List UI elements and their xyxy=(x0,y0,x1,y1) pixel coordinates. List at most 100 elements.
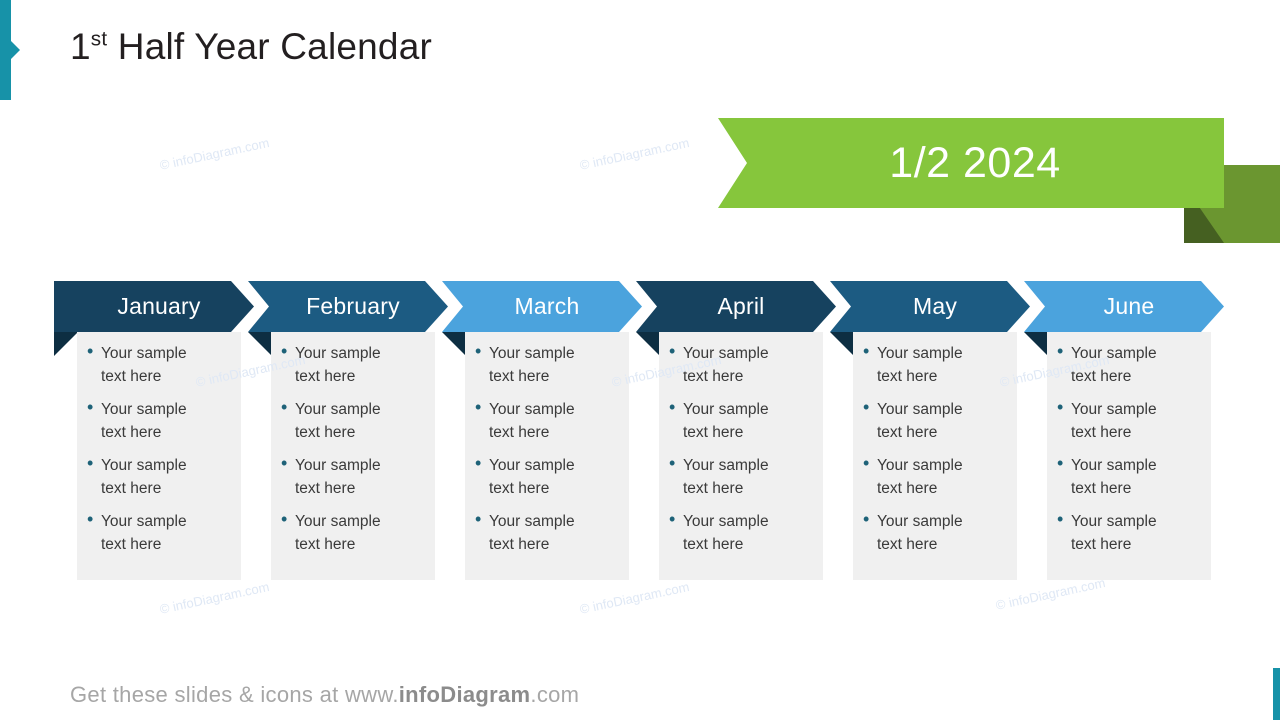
month-header-chevron[interactable]: May xyxy=(830,281,1030,332)
month-header-fold xyxy=(636,332,660,356)
list-item[interactable]: • Your sample text here xyxy=(83,398,233,444)
list-item[interactable]: • Your sample text here xyxy=(859,342,1009,388)
month-name-label: March xyxy=(514,293,580,319)
watermark-text: © infoDiagram.com xyxy=(158,134,271,173)
footer-prefix: Get these slides & icons at www. xyxy=(70,682,399,707)
bullet-text: Your sample text here xyxy=(101,345,187,385)
page-title-prefix: 1 xyxy=(70,26,91,67)
list-item[interactable]: • Your sample text here xyxy=(277,342,427,388)
month-header-chevron[interactable]: January xyxy=(54,281,254,332)
bullet-dot-icon: • xyxy=(87,341,94,361)
bullet-text: Your sample text here xyxy=(489,401,575,441)
left-accent-arrow-icon xyxy=(11,41,20,59)
bullet-dot-icon: • xyxy=(87,397,94,417)
month-name-label: January xyxy=(117,293,201,319)
bullet-dot-icon: • xyxy=(669,509,676,529)
bullet-dot-icon: • xyxy=(87,453,94,473)
bullet-dot-icon: • xyxy=(863,453,870,473)
month-column: June • Your sample text here • Your sample t… xyxy=(1024,281,1224,581)
month-column: March • Your sample text here • Your sample … xyxy=(442,281,642,581)
month-header-chevron[interactable]: March xyxy=(442,281,642,332)
page-title-ordinal-suffix: st xyxy=(90,27,108,51)
month-name-label: February xyxy=(306,293,400,319)
list-item[interactable]: • Your sample text here xyxy=(665,398,815,444)
bullet-dot-icon: • xyxy=(281,341,288,361)
slide-canvas: 1st Half Year Calendar 1/2 2024 January •… xyxy=(0,0,1280,720)
bullet-text: Your sample text here xyxy=(877,457,963,497)
bullet-dot-icon: • xyxy=(1057,509,1064,529)
month-header-fold xyxy=(830,332,854,356)
month-body-panel: • Your sample text here • Your sample text … xyxy=(271,332,435,580)
bullet-dot-icon: • xyxy=(863,509,870,529)
bullet-text: Your sample text here xyxy=(295,513,381,553)
list-item[interactable]: • Your sample text here xyxy=(665,510,815,556)
watermark-text: © infoDiagram.com xyxy=(578,134,691,173)
bullet-text: Your sample text here xyxy=(101,457,187,497)
bullet-dot-icon: • xyxy=(87,509,94,529)
list-item[interactable]: • Your sample text here xyxy=(1053,398,1203,444)
list-item[interactable]: • Your sample text here xyxy=(471,342,621,388)
month-name-label: April xyxy=(717,293,765,319)
list-item[interactable]: • Your sample text here xyxy=(859,398,1009,444)
bullet-text: Your sample text here xyxy=(489,345,575,385)
list-item[interactable]: • Your sample text here xyxy=(83,510,233,556)
bullet-text: Your sample text here xyxy=(877,513,963,553)
bullet-text: Your sample text here xyxy=(1071,345,1157,385)
list-item[interactable]: • Your sample text here xyxy=(277,454,427,500)
bullet-text: Your sample text here xyxy=(295,345,381,385)
list-item[interactable]: • Your sample text here xyxy=(1053,454,1203,500)
list-item[interactable]: • Your sample text here xyxy=(859,510,1009,556)
list-item[interactable]: • Your sample text here xyxy=(665,342,815,388)
left-accent-bar xyxy=(0,0,11,100)
bullet-dot-icon: • xyxy=(281,453,288,473)
bullet-text: Your sample text here xyxy=(295,401,381,441)
list-item[interactable]: • Your sample text here xyxy=(859,454,1009,500)
month-body-panel: • Your sample text here • Your sample text … xyxy=(659,332,823,580)
footer-promo-text: Get these slides & icons at www.infoDiag… xyxy=(70,682,579,708)
month-name-label: May xyxy=(912,293,958,319)
bullet-text: Your sample text here xyxy=(683,513,769,553)
month-header-chevron[interactable]: February xyxy=(248,281,448,332)
month-body-panel: • Your sample text here • Your sample text … xyxy=(1047,332,1211,580)
month-body-panel: • Your sample text here • Your sample text … xyxy=(853,332,1017,580)
month-column: April • Your sample text here • Your sample … xyxy=(636,281,836,581)
watermark-text: © infoDiagram.com xyxy=(578,578,691,617)
bullet-text: Your sample text here xyxy=(683,401,769,441)
month-body-panel: • Your sample text here • Your sample text … xyxy=(77,332,241,580)
list-item[interactable]: • Your sample text here xyxy=(1053,342,1203,388)
bullet-text: Your sample text here xyxy=(295,457,381,497)
month-header-chevron[interactable]: April xyxy=(636,281,836,332)
list-item[interactable]: • Your sample text here xyxy=(83,342,233,388)
footer-brand: infoDiagram xyxy=(398,682,531,707)
month-header-fold xyxy=(54,332,78,356)
bullet-text: Your sample text here xyxy=(1071,513,1157,553)
bullet-dot-icon: • xyxy=(669,397,676,417)
bullet-text: Your sample text here xyxy=(683,345,769,385)
list-item[interactable]: • Your sample text here xyxy=(277,510,427,556)
bullet-dot-icon: • xyxy=(863,397,870,417)
bullet-dot-icon: • xyxy=(669,453,676,473)
list-item[interactable]: • Your sample text here xyxy=(1053,510,1203,556)
bullet-dot-icon: • xyxy=(281,397,288,417)
bullet-dot-icon: • xyxy=(281,509,288,529)
bullet-text: Your sample text here xyxy=(489,513,575,553)
month-header-fold xyxy=(1024,332,1048,356)
list-item[interactable]: • Your sample text here xyxy=(83,454,233,500)
period-banner: 1/2 2024 xyxy=(718,118,1280,243)
list-item[interactable]: • Your sample text here xyxy=(471,510,621,556)
month-header-chevron[interactable]: June xyxy=(1024,281,1224,332)
bullet-dot-icon: • xyxy=(475,453,482,473)
list-item[interactable]: • Your sample text here xyxy=(277,398,427,444)
list-item[interactable]: • Your sample text here xyxy=(471,398,621,444)
list-item[interactable]: • Your sample text here xyxy=(471,454,621,500)
month-header-fold xyxy=(442,332,466,356)
bullet-dot-icon: • xyxy=(475,509,482,529)
bullet-dot-icon: • xyxy=(1057,341,1064,361)
page-title: 1st Half Year Calendar xyxy=(70,26,432,68)
footer-suffix: .com xyxy=(530,682,580,707)
bullet-text: Your sample text here xyxy=(683,457,769,497)
bullet-dot-icon: • xyxy=(475,341,482,361)
bullet-dot-icon: • xyxy=(1057,453,1064,473)
list-item[interactable]: • Your sample text here xyxy=(665,454,815,500)
bullet-text: Your sample text here xyxy=(1071,401,1157,441)
